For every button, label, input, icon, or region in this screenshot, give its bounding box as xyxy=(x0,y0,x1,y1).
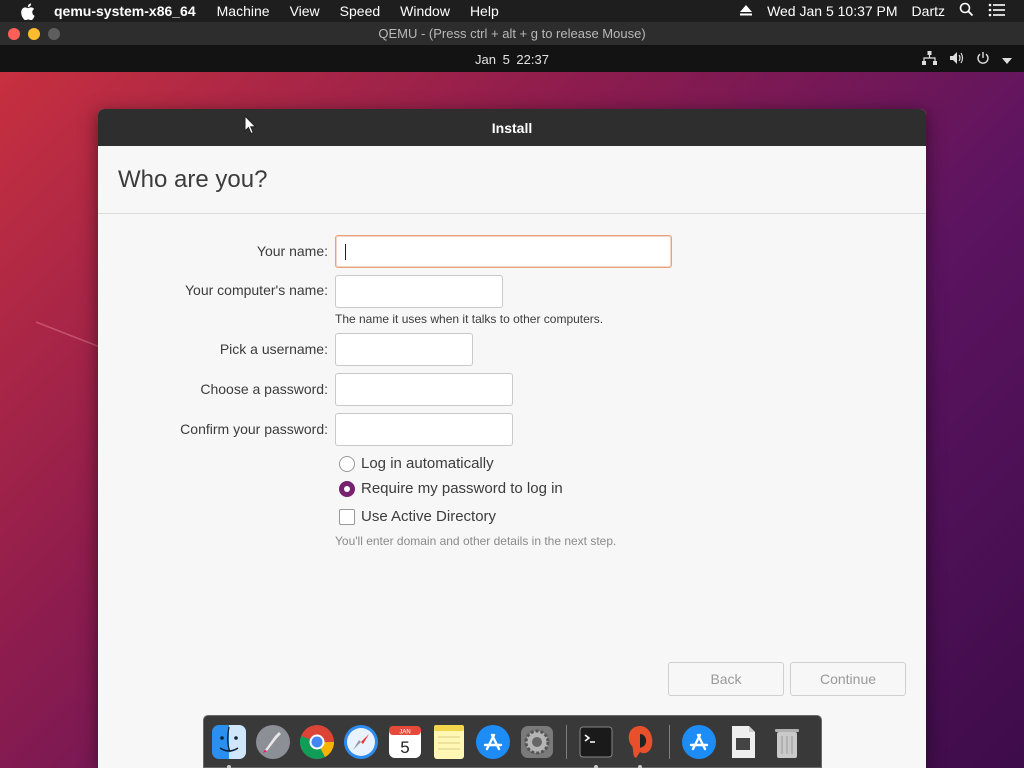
help-menu[interactable]: Help xyxy=(470,3,499,19)
dock: JAN 5 xyxy=(203,715,822,768)
continue-button[interactable]: Continue xyxy=(790,662,906,696)
machine-menu[interactable]: Machine xyxy=(217,3,270,19)
installer-window-title: Install xyxy=(491,119,533,136)
password-label: Choose a password: xyxy=(200,381,328,397)
computer-name-label: Your computer's name: xyxy=(184,282,328,298)
spotlight-search-icon[interactable] xyxy=(959,2,974,20)
dock-notes-icon[interactable] xyxy=(430,723,468,761)
dock-separator xyxy=(669,724,670,759)
computer-name-input[interactable] xyxy=(335,275,503,308)
require-password-radio[interactable] xyxy=(339,480,355,497)
dock-document-icon[interactable] xyxy=(724,723,762,761)
page-header: Who are you? xyxy=(98,146,926,214)
dock-qemu-icon[interactable] xyxy=(621,723,659,768)
qemu-window-title: QEMU - (Press ctrl + alt + g to release … xyxy=(378,26,646,41)
mouse-pointer-icon xyxy=(244,114,258,140)
back-button[interactable]: Back xyxy=(668,662,784,696)
your-name-input[interactable] xyxy=(335,235,672,268)
window-zoom-button[interactable] xyxy=(48,28,60,40)
control-center-list-icon[interactable] xyxy=(988,3,1006,20)
dock-applications-folder-icon[interactable] xyxy=(680,723,718,761)
your-name-label: Your name: xyxy=(256,243,328,259)
installer-titlebar: Install xyxy=(98,109,926,146)
window-minimize-button[interactable] xyxy=(28,28,40,40)
app-name-menu[interactable]: qemu-system-x86_64 xyxy=(54,3,196,19)
running-indicator xyxy=(227,764,231,768)
apple-icon[interactable] xyxy=(16,0,38,22)
dock-finder-icon[interactable] xyxy=(210,723,248,768)
power-icon[interactable] xyxy=(976,51,990,68)
text-caret xyxy=(345,244,346,260)
running-indicator xyxy=(638,764,642,768)
calendar-day: 5 xyxy=(400,738,409,757)
dock-system-preferences-icon[interactable] xyxy=(518,723,556,761)
confirm-password-input[interactable] xyxy=(335,413,513,446)
dock-launchpad-icon[interactable] xyxy=(254,723,292,761)
username-input[interactable] xyxy=(335,333,473,366)
speed-menu[interactable]: Speed xyxy=(340,3,380,19)
require-password-label: Require my password to log in xyxy=(361,480,563,497)
menubar-user[interactable]: Dartz xyxy=(912,3,945,19)
menubar-datetime[interactable]: Wed Jan 5 10:37 PM xyxy=(767,3,897,19)
network-icon[interactable] xyxy=(922,50,937,68)
active-directory-label: Use Active Directory xyxy=(361,508,497,525)
ubuntu-clock[interactable]: Jan 5 22:37 xyxy=(475,52,549,67)
confirm-password-label: Confirm your password: xyxy=(180,421,328,437)
password-input[interactable] xyxy=(335,373,513,406)
log-in-automatically-radio[interactable] xyxy=(339,455,355,472)
dock-app-store-icon[interactable] xyxy=(474,723,512,761)
qemu-window-titlebar: QEMU - (Press ctrl + alt + g to release … xyxy=(0,22,1024,46)
active-directory-checkbox[interactable] xyxy=(339,508,355,525)
dock-calendar-icon[interactable]: JAN 5 xyxy=(386,723,424,761)
active-directory-option[interactable]: Use Active Directory xyxy=(339,508,496,525)
view-menu[interactable]: View xyxy=(290,3,320,19)
dock-safari-icon[interactable] xyxy=(342,723,380,761)
mac-menubar: qemu-system-x86_64 Machine View Speed Wi… xyxy=(0,0,1024,22)
dock-terminal-icon[interactable] xyxy=(577,723,615,768)
installer-window: Install Who are you? Your name: Your com… xyxy=(98,109,926,768)
eject-icon[interactable] xyxy=(739,3,753,19)
running-indicator xyxy=(594,764,598,768)
ubuntu-top-bar: Jan 5 22:37 xyxy=(0,46,1024,72)
dock-separator xyxy=(566,724,567,759)
computer-name-hint: The name it uses when it talks to other … xyxy=(335,312,604,326)
system-menu-chevron-down-icon[interactable] xyxy=(1002,52,1012,67)
window-menu[interactable]: Window xyxy=(400,3,450,19)
page-title: Who are you? xyxy=(118,165,268,193)
log-in-automatically-label: Log in automatically xyxy=(361,455,494,472)
log-in-automatically-option[interactable]: Log in automatically xyxy=(339,455,494,472)
dock-chrome-icon[interactable] xyxy=(298,723,336,761)
volume-icon[interactable] xyxy=(949,51,964,68)
active-directory-hint: You'll enter domain and other details in… xyxy=(335,534,617,548)
username-label: Pick a username: xyxy=(219,341,328,357)
calendar-month: JAN xyxy=(399,729,410,735)
window-close-button[interactable] xyxy=(8,28,20,40)
require-password-option[interactable]: Require my password to log in xyxy=(339,480,563,497)
dock-trash-icon[interactable] xyxy=(768,723,806,761)
